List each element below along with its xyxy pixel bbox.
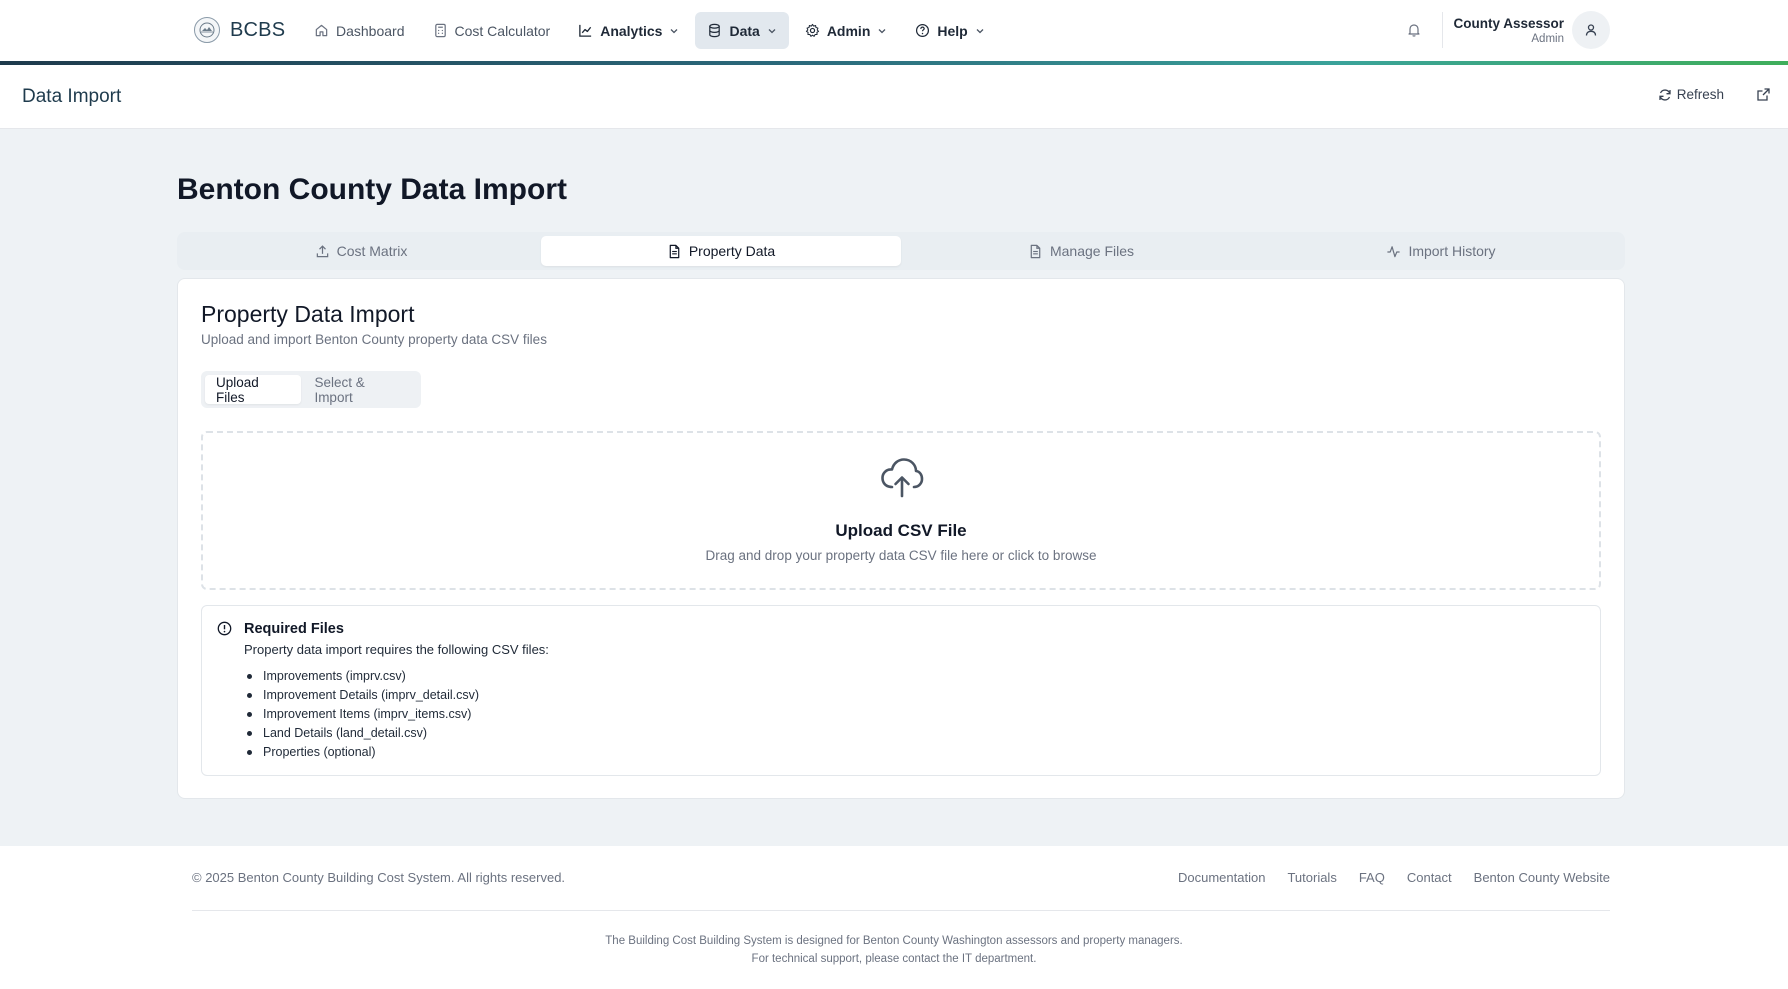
activity-icon — [1386, 244, 1401, 259]
external-link-icon — [1756, 87, 1771, 102]
tab-cost-matrix[interactable]: Cost Matrix — [181, 236, 541, 266]
list-item: Improvement Items (imprv_items.csv) — [244, 705, 479, 724]
tab-manage-files[interactable]: Manage Files — [901, 236, 1261, 266]
nav-analytics[interactable]: Analytics — [566, 12, 691, 49]
refresh-icon — [1658, 88, 1672, 102]
subtab-select-import[interactable]: Select & Import — [303, 375, 417, 405]
subtab-upload-files[interactable]: Upload Files — [205, 375, 302, 405]
footer-link-county-website[interactable]: Benton County Website — [1474, 870, 1610, 885]
required-files-title: Required Files — [244, 621, 344, 637]
card-title: Property Data Import — [201, 301, 415, 327]
user-info[interactable]: County Assessor Admin — [1453, 16, 1564, 45]
footer-support-note: For technical support, please contact th… — [751, 953, 1037, 965]
alert-circle-icon — [217, 621, 232, 636]
nav-admin-label: Admin — [826, 22, 871, 39]
card-subtitle: Upload and import Benton County property… — [201, 332, 547, 347]
refresh-button[interactable]: Refresh — [1658, 87, 1724, 102]
footer-note: The Building Cost Building System is des… — [605, 935, 1183, 947]
county-logo-icon — [194, 17, 220, 43]
nav-data[interactable]: Data — [695, 12, 789, 49]
copyright-text: © 2025 Benton County Building Cost Syste… — [192, 870, 566, 885]
avatar[interactable] — [1572, 11, 1610, 49]
chevron-down-icon — [669, 26, 679, 36]
import-tabs: Cost Matrix Property Data Manage Files I… — [177, 232, 1625, 270]
home-icon — [314, 23, 329, 38]
tab-property-data-label: Property Data — [688, 243, 776, 259]
main-heading: Benton County Data Import — [177, 173, 567, 206]
file-text-icon — [667, 244, 682, 259]
tab-cost-matrix-label: Cost Matrix — [336, 243, 408, 259]
tab-import-history[interactable]: Import History — [1261, 236, 1621, 266]
upload-icon — [315, 244, 330, 259]
required-files-description: Property data import requires the follow… — [244, 642, 549, 657]
chevron-down-icon — [767, 26, 777, 36]
refresh-label: Refresh — [1676, 87, 1724, 102]
database-icon — [707, 23, 722, 38]
cloud-upload-icon — [880, 457, 924, 499]
user-icon — [1584, 23, 1598, 37]
file-icon — [1028, 244, 1043, 259]
page-header: Data Import Refresh — [0, 65, 1788, 129]
nav-help[interactable]: Help — [903, 12, 996, 49]
nav-admin[interactable]: Admin — [793, 12, 900, 49]
list-item: Improvement Details (imprv_detail.csv) — [244, 686, 479, 705]
tab-property-data[interactable]: Property Data — [541, 236, 901, 266]
nav-cost-calculator[interactable]: Cost Calculator — [421, 12, 563, 49]
gear-icon — [805, 23, 820, 38]
user-name: County Assessor — [1453, 15, 1564, 31]
help-circle-icon — [915, 23, 930, 38]
footer: © 2025 Benton County Building Cost Syste… — [0, 846, 1788, 989]
csv-dropzone[interactable]: Upload CSV File Drag and drop your prope… — [201, 431, 1601, 590]
required-files-notice: Required Files Property data import requ… — [201, 605, 1601, 776]
calculator-icon — [433, 23, 448, 38]
nav-analytics-label: Analytics — [600, 22, 663, 39]
nav-cost-calculator-label: Cost Calculator — [454, 22, 551, 39]
footer-link-faq[interactable]: FAQ — [1359, 870, 1385, 885]
nav-divider — [1442, 12, 1444, 48]
main-menu: Dashboard Cost Calculator Analytics Data — [302, 12, 997, 49]
dropzone-title: Upload CSV File — [835, 521, 967, 540]
footer-link-contact[interactable]: Contact — [1407, 870, 1452, 885]
user-area: County Assessor Admin — [1396, 10, 1610, 50]
footer-divider — [192, 910, 1610, 911]
list-item: Improvements (imprv.csv) — [244, 667, 479, 686]
brand-name: BCBS — [230, 18, 286, 41]
user-role: Admin — [1531, 32, 1564, 45]
list-item: Properties (optional) — [244, 743, 479, 762]
tab-import-history-label: Import History — [1408, 243, 1496, 259]
dropzone-instructions: Drag and drop your property data CSV fil… — [705, 548, 1097, 563]
notifications-button[interactable] — [1396, 10, 1432, 50]
chevron-down-icon — [975, 26, 985, 36]
top-navigation: BCBS Dashboard Cost Calculator Analytics — [0, 0, 1788, 62]
footer-link-documentation[interactable]: Documentation — [1178, 870, 1265, 885]
page-title: Data Import — [22, 86, 122, 107]
nav-dashboard-label: Dashboard — [336, 22, 405, 39]
open-external-button[interactable] — [1756, 87, 1771, 102]
brand[interactable]: BCBS — [194, 17, 285, 43]
property-import-card: Property Data Import Upload and import B… — [177, 278, 1625, 799]
list-item: Land Details (land_detail.csv) — [244, 724, 479, 743]
footer-links: Documentation Tutorials FAQ Contact Bent… — [1178, 870, 1610, 885]
nav-help-label: Help — [937, 22, 968, 39]
required-files-list: Improvements (imprv.csv) Improvement Det… — [244, 667, 479, 762]
nav-dashboard[interactable]: Dashboard — [302, 12, 417, 49]
nav-data-label: Data — [729, 22, 760, 39]
tab-manage-files-label: Manage Files — [1049, 243, 1135, 259]
footer-link-tutorials[interactable]: Tutorials — [1287, 870, 1336, 885]
bell-icon — [1406, 22, 1422, 38]
upload-subtabs: Upload Files Select & Import — [201, 371, 421, 408]
chevron-down-icon — [877, 26, 887, 36]
line-chart-icon — [578, 23, 593, 38]
